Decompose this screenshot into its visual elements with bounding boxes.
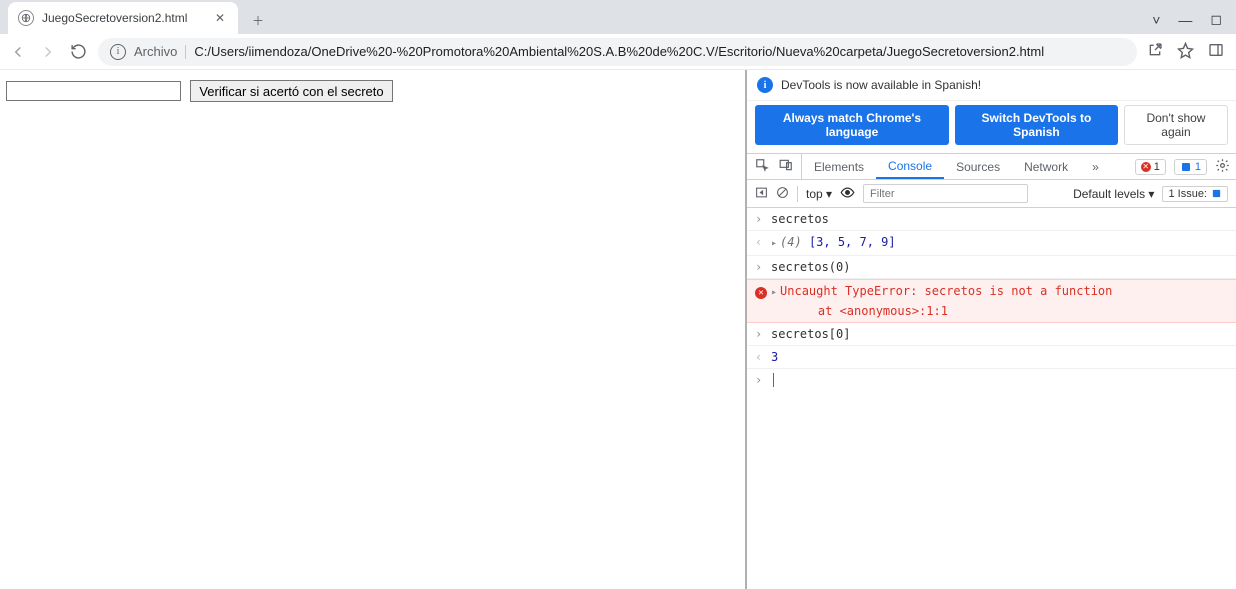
console-input-line: secretos[0] (771, 325, 1228, 343)
devtools-language-banner: i DevTools is now available in Spanish! (747, 70, 1236, 101)
maximize-icon[interactable]: ◻ (1210, 11, 1222, 28)
console-output[interactable]: secretos (4) [3, 5, 7, 9] secretos(0) ✕ U… (747, 208, 1236, 589)
forward-button[interactable] (38, 42, 58, 62)
console-error-line: Uncaught TypeError: secretos is not a fu… (771, 282, 1228, 320)
issues-badge[interactable]: 1 Issue: (1162, 186, 1228, 202)
gear-icon[interactable] (1215, 158, 1230, 176)
console-input-line: secretos(0) (771, 258, 1228, 276)
error-icon: ✕ (755, 287, 767, 299)
live-expression-icon[interactable] (840, 185, 855, 203)
dont-show-button[interactable]: Don't show again (1124, 105, 1228, 145)
sidebar-toggle-icon[interactable] (755, 186, 768, 202)
sidebar-icon[interactable] (1208, 42, 1224, 61)
url-text: C:/Users/iimendoza/OneDrive%20-%20Promot… (194, 44, 1044, 59)
switch-language-button[interactable]: Switch DevTools to Spanish (955, 105, 1118, 145)
tab-network[interactable]: Network (1012, 154, 1080, 179)
device-toggle-icon[interactable] (779, 158, 793, 175)
inspect-icon[interactable] (755, 158, 769, 175)
chevron-down-icon[interactable]: ˅ (1152, 12, 1160, 28)
banner-text: DevTools is now available in Spanish! (781, 78, 981, 92)
tab-strip: JuegoSecretoversion2.html ✕ ＋ ˅ ― ◻ (0, 0, 1236, 34)
share-icon[interactable] (1147, 42, 1163, 61)
close-icon[interactable]: ✕ (212, 10, 228, 26)
window-controls: ˅ ― ◻ (1152, 11, 1236, 34)
reload-button[interactable] (68, 42, 88, 62)
expand-icon[interactable] (771, 233, 777, 253)
browser-toolbar: i Archivo C:/Users/iimendoza/OneDrive%20… (0, 34, 1236, 70)
clear-console-icon[interactable] (776, 186, 789, 202)
separator (185, 45, 186, 59)
expand-icon[interactable] (771, 282, 777, 302)
info-icon[interactable]: i (110, 44, 126, 60)
info-icon: i (757, 77, 773, 93)
filter-input[interactable] (863, 184, 1028, 203)
page-content: Verificar si acertó con el secreto (0, 70, 747, 589)
match-language-button[interactable]: Always match Chrome's language (755, 105, 949, 145)
tab-sources[interactable]: Sources (944, 154, 1012, 179)
address-bar[interactable]: i Archivo C:/Users/iimendoza/OneDrive%20… (98, 38, 1137, 66)
star-icon[interactable] (1177, 42, 1194, 62)
devtools-panel: i DevTools is now available in Spanish! … (747, 70, 1236, 589)
console-input-line: secretos (771, 210, 1228, 228)
globe-icon (18, 10, 34, 26)
new-tab-button[interactable]: ＋ (244, 6, 272, 34)
verify-button[interactable]: Verificar si acertó con el secreto (190, 80, 392, 102)
console-output-line: 3 (771, 348, 1228, 366)
tab-elements[interactable]: Elements (802, 154, 876, 179)
log-levels-selector[interactable]: Default levels ▾ (1073, 187, 1154, 201)
error-count-badge[interactable]: ✕1 (1135, 159, 1166, 175)
url-scheme-label: Archivo (134, 44, 177, 59)
guess-input[interactable] (6, 81, 181, 101)
browser-tab[interactable]: JuegoSecretoversion2.html ✕ (8, 2, 238, 34)
tab-title: JuegoSecretoversion2.html (42, 11, 204, 25)
context-selector[interactable]: top ▾ (806, 187, 832, 201)
console-toolbar: top ▾ Default levels ▾ 1 Issue: (747, 180, 1236, 208)
tab-console[interactable]: Console (876, 154, 944, 179)
back-button[interactable] (8, 42, 28, 62)
devtools-tab-bar: Elements Console Sources Network » ✕1 1 (747, 153, 1236, 180)
minimize-icon[interactable]: ― (1178, 12, 1192, 28)
issue-count-badge[interactable]: 1 (1174, 159, 1207, 175)
console-output-line: (4) [3, 5, 7, 9] (771, 233, 1228, 253)
console-prompt[interactable] (771, 371, 1228, 389)
tab-overflow[interactable]: » (1080, 154, 1111, 179)
